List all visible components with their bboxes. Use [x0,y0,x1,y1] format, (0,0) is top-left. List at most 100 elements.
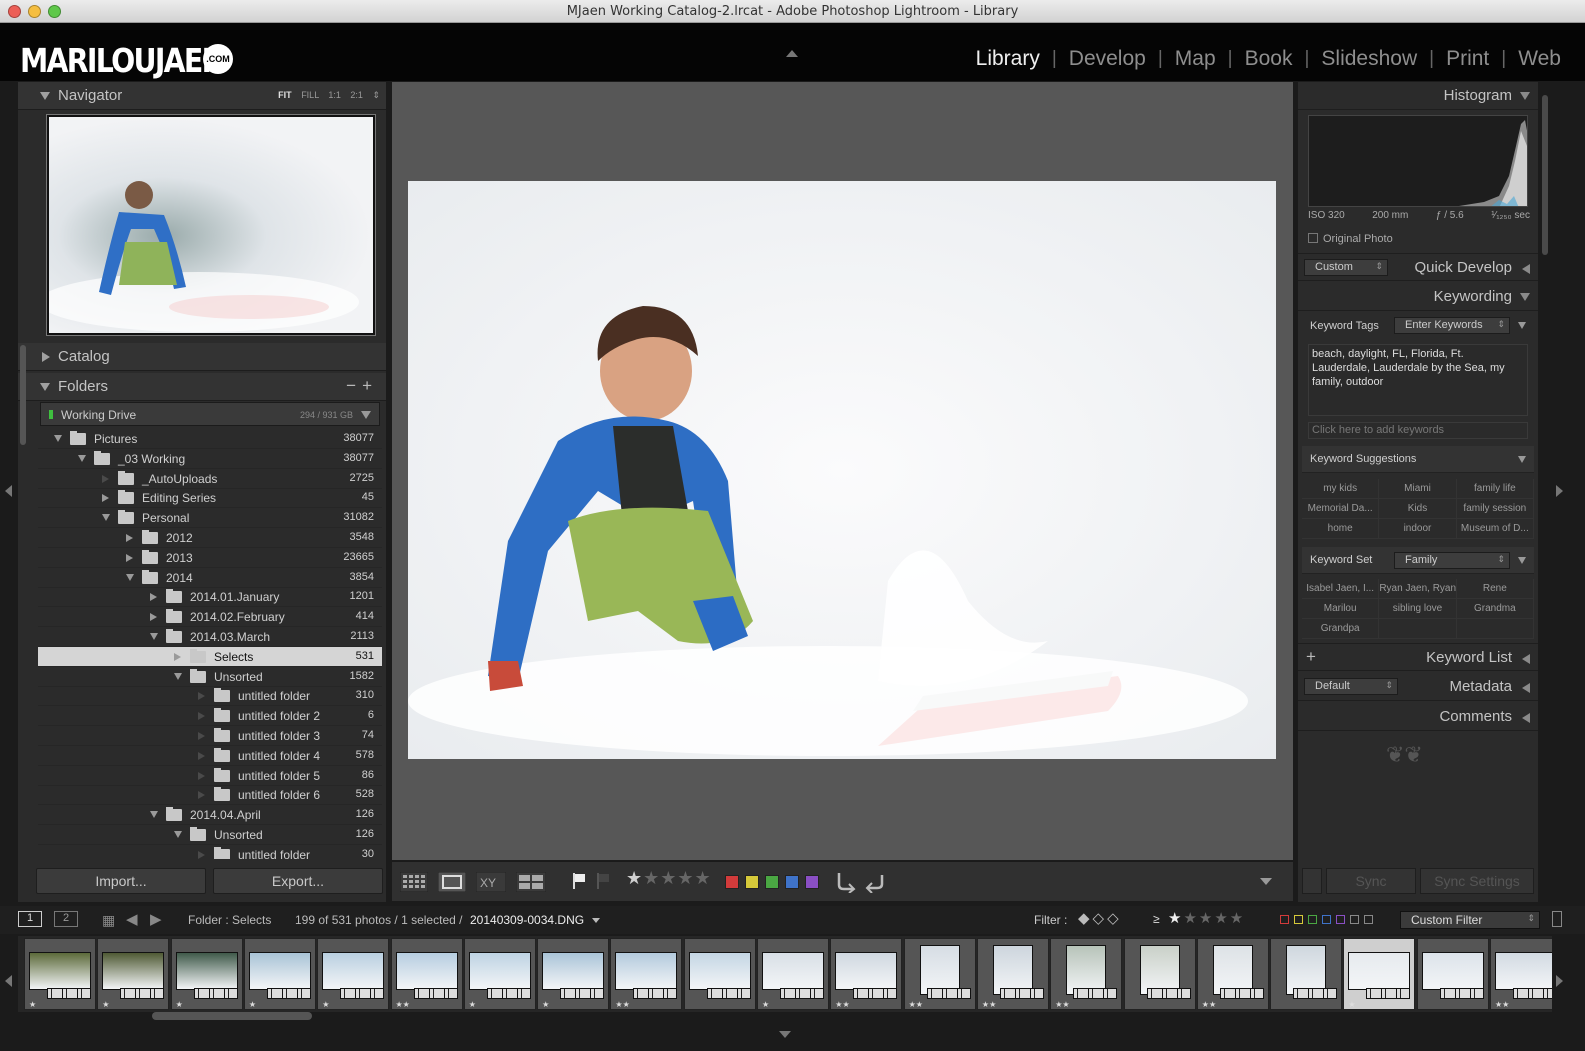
navigator-mode-fill[interactable]: FILL [301,90,319,100]
quick-develop-preset-select[interactable]: Custom ⇕ [1304,259,1388,276]
keyword-tags-menu-icon[interactable] [1518,322,1526,329]
disclosure-closed-icon[interactable] [198,771,205,780]
navigator-more-modes-icon[interactable]: ⇕ [372,90,380,100]
thumbnail-badges-icon[interactable] [340,988,385,999]
disclosure-open-icon[interactable] [78,454,86,462]
color-label-purple[interactable] [805,875,819,889]
quick-develop-header[interactable]: Custom ⇕ Quick Develop [1298,253,1538,281]
disclosure-closed-icon[interactable] [198,751,205,760]
filmstrip-thumbnail[interactable] [683,938,756,1010]
folder-row[interactable]: Unsorted 1582 [38,667,382,687]
folder-row[interactable]: untitled folder 310 [38,686,382,707]
keyword-chip[interactable]: Grandpa [1302,619,1380,639]
keyword-tags-textarea[interactable]: beach, daylight, FL, Florida, Ft. Lauder… [1308,344,1528,416]
filename-menu-icon[interactable] [592,918,600,923]
custom-filter-select[interactable]: Custom Filter ⇕ [1400,911,1540,929]
folder-row[interactable]: _03 Working 38077 [38,449,382,469]
filter-rating-stars[interactable]: ★★★★★ [1168,909,1245,927]
navigator-mode-1-1[interactable]: 1:1 [328,90,341,100]
folder-row[interactable]: untitled folder 4 578 [38,746,382,766]
disclosure-open-icon[interactable] [174,672,182,680]
disclosure-closed-icon[interactable] [198,850,205,859]
thumbnail-badges-icon[interactable] [266,988,311,999]
metadata-preset-select[interactable]: Default ⇕ [1304,678,1398,695]
folder-row[interactable]: untitled folder 2 6 [38,706,382,727]
filmstrip-thumbnail[interactable]: ★★ [610,938,683,1010]
thumbnail-badges-icon[interactable] [193,988,238,999]
volume-menu-icon[interactable] [361,411,371,419]
thumbnail-badges-icon[interactable] [1366,988,1411,999]
thumbnail-badges-icon[interactable] [486,988,531,999]
folder-row[interactable]: 2014.03.March 2113 [38,627,382,647]
thumbnail-badges-icon[interactable] [633,988,678,999]
filter-lock-icon[interactable] [1552,911,1562,927]
disclosure-closed-icon[interactable] [126,553,133,562]
export-button[interactable]: Export... [213,868,383,894]
filmstrip-scroll-right-icon[interactable] [1556,975,1563,987]
thumbnail-badges-icon[interactable] [1219,988,1264,999]
catalog-header[interactable]: Catalog [18,343,386,371]
left-panel-scrollbar[interactable] [20,345,26,445]
compare-view-icon[interactable]: XY [476,872,506,892]
histogram-chart[interactable] [1308,115,1528,207]
filmstrip-thumbnail[interactable] [1270,938,1343,1010]
keyword-chip[interactable]: Marilou [1302,599,1380,619]
disclosure-closed-icon[interactable] [174,652,181,661]
keyword-chip[interactable]: indoor [1379,519,1457,539]
keyword-chip[interactable]: sibling love [1379,599,1457,619]
filmstrip-thumbnail[interactable]: ★ [97,938,170,1010]
back-arrow-icon[interactable]: ◀ [126,910,138,928]
module-map[interactable]: Map [1163,47,1228,71]
filter-label-yellow[interactable] [1294,915,1303,924]
filmstrip-thumbnail[interactable] [1416,938,1489,1010]
disclosure-closed-icon[interactable] [198,732,205,740]
filmstrip-thumbnail[interactable] [1123,938,1196,1010]
color-label-blue[interactable] [785,875,799,889]
folder-row[interactable]: 2014 3854 [38,568,382,588]
original-photo-checkbox[interactable] [1308,233,1318,243]
disclosure-open-icon[interactable] [174,831,182,838]
filter-label-blue[interactable] [1322,915,1331,924]
filter-flags-icon[interactable]: ◆◇◇ [1078,909,1122,927]
histogram-header[interactable]: Histogram [1298,82,1538,110]
keyword-list-header[interactable]: + Keyword List [1298,643,1538,671]
filmstrip-thumbnail[interactable]: ★ [243,938,316,1010]
filmstrip-thumbnail[interactable]: ★ [317,938,390,1010]
toolbar-options-icon[interactable] [1260,878,1272,885]
filter-label-other[interactable] [1364,915,1373,924]
keyword-set-menu-icon[interactable] [1518,557,1526,564]
keyword-chip[interactable]: Memorial Da... [1302,499,1380,519]
disclosure-closed-icon[interactable] [102,494,109,503]
filmstrip-source[interactable]: Folder : Selects [188,913,271,927]
thumbnail-badges-icon[interactable] [926,988,971,999]
module-print[interactable]: Print [1434,47,1501,71]
folder-row[interactable]: untitled folder 3 74 [38,726,382,746]
thumbnail-badges-icon[interactable] [1293,988,1338,999]
disclosure-closed-icon[interactable] [126,534,133,542]
filmstrip-thumbnail[interactable]: ★★ [830,938,903,1010]
volume-working-drive[interactable]: Working Drive 294 / 931 GB [40,402,380,426]
filter-label-none[interactable] [1350,915,1359,924]
filmstrip-thumbnail[interactable]: ★ [24,938,96,1010]
disclosure-closed-icon[interactable] [150,613,157,622]
auto-sync-switch[interactable] [1302,868,1322,894]
filmstrip-thumbnail[interactable]: ★★ [976,938,1049,1010]
thumbnail-badges-icon[interactable] [706,988,751,999]
disclosure-open-icon[interactable] [102,514,110,522]
survey-view-icon[interactable] [516,872,546,892]
module-develop[interactable]: Develop [1057,47,1158,71]
folder-row[interactable]: 2014.02.February 414 [38,607,382,628]
keyword-chip[interactable]: home [1302,519,1380,539]
keyword-chip[interactable]: my kids [1302,479,1380,499]
filmstrip-thumbnail[interactable]: ★★ [390,938,463,1010]
rotate-right-icon[interactable] [864,871,886,893]
add-keywords-input[interactable]: Click here to add keywords [1308,422,1528,439]
grid-mode-icon[interactable]: ▦ [102,912,115,929]
navigator-zoom-modes[interactable]: FIT FILL 1:1 2:1 ⇕ [278,90,380,101]
grid-view-icon[interactable] [400,872,428,892]
filmstrip-filename[interactable]: 20140309-0034.DNG [470,913,584,927]
keyword-chip[interactable]: Museum of D... [1456,519,1534,539]
filter-label-purple[interactable] [1336,915,1345,924]
filter-rating-operator[interactable]: ≥ [1153,912,1160,926]
collapse-top-panel-icon[interactable] [786,50,798,57]
